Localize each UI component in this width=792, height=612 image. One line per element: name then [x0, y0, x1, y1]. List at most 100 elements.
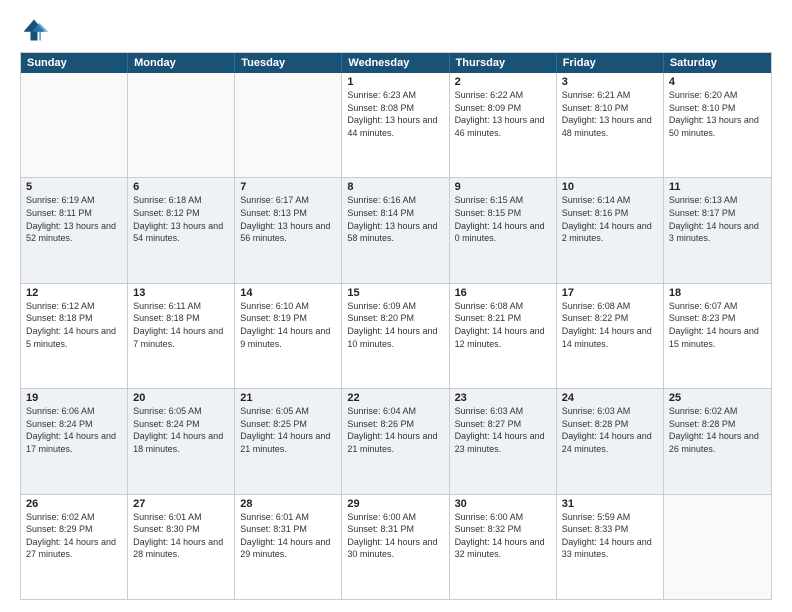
day-cell-14: 14Sunrise: 6:10 AMSunset: 8:19 PMDayligh…	[235, 284, 342, 388]
day-number: 16	[455, 287, 551, 299]
day-info: Sunrise: 6:04 AMSunset: 8:26 PMDaylight:…	[347, 405, 443, 455]
calendar-week-3: 12Sunrise: 6:12 AMSunset: 8:18 PMDayligh…	[21, 283, 771, 388]
day-info: Sunrise: 6:09 AMSunset: 8:20 PMDaylight:…	[347, 300, 443, 350]
day-cell-1: 1Sunrise: 6:23 AMSunset: 8:08 PMDaylight…	[342, 73, 449, 177]
day-number: 24	[562, 392, 658, 404]
day-cell-24: 24Sunrise: 6:03 AMSunset: 8:28 PMDayligh…	[557, 389, 664, 493]
header-day-tuesday: Tuesday	[235, 53, 342, 73]
day-info: Sunrise: 6:00 AMSunset: 8:32 PMDaylight:…	[455, 511, 551, 561]
day-info: Sunrise: 6:13 AMSunset: 8:17 PMDaylight:…	[669, 194, 766, 244]
calendar-week-4: 19Sunrise: 6:06 AMSunset: 8:24 PMDayligh…	[21, 388, 771, 493]
day-info: Sunrise: 6:17 AMSunset: 8:13 PMDaylight:…	[240, 194, 336, 244]
calendar: SundayMondayTuesdayWednesdayThursdayFrid…	[20, 52, 772, 600]
day-number: 6	[133, 181, 229, 193]
day-number: 1	[347, 76, 443, 88]
day-info: Sunrise: 6:10 AMSunset: 8:19 PMDaylight:…	[240, 300, 336, 350]
day-info: Sunrise: 6:23 AMSunset: 8:08 PMDaylight:…	[347, 89, 443, 139]
header-day-thursday: Thursday	[450, 53, 557, 73]
day-info: Sunrise: 6:11 AMSunset: 8:18 PMDaylight:…	[133, 300, 229, 350]
day-number: 26	[26, 498, 122, 510]
header-day-sunday: Sunday	[21, 53, 128, 73]
day-cell-2: 2Sunrise: 6:22 AMSunset: 8:09 PMDaylight…	[450, 73, 557, 177]
calendar-body: 1Sunrise: 6:23 AMSunset: 8:08 PMDaylight…	[21, 73, 771, 599]
day-info: Sunrise: 6:03 AMSunset: 8:28 PMDaylight:…	[562, 405, 658, 455]
day-cell-25: 25Sunrise: 6:02 AMSunset: 8:28 PMDayligh…	[664, 389, 771, 493]
empty-cell	[128, 73, 235, 177]
day-cell-5: 5Sunrise: 6:19 AMSunset: 8:11 PMDaylight…	[21, 178, 128, 282]
calendar-week-5: 26Sunrise: 6:02 AMSunset: 8:29 PMDayligh…	[21, 494, 771, 599]
empty-cell	[235, 73, 342, 177]
day-number: 8	[347, 181, 443, 193]
day-number: 14	[240, 287, 336, 299]
day-info: Sunrise: 6:16 AMSunset: 8:14 PMDaylight:…	[347, 194, 443, 244]
day-cell-11: 11Sunrise: 6:13 AMSunset: 8:17 PMDayligh…	[664, 178, 771, 282]
day-info: Sunrise: 6:21 AMSunset: 8:10 PMDaylight:…	[562, 89, 658, 139]
header-day-wednesday: Wednesday	[342, 53, 449, 73]
day-cell-31: 31Sunrise: 5:59 AMSunset: 8:33 PMDayligh…	[557, 495, 664, 599]
day-number: 19	[26, 392, 122, 404]
day-cell-28: 28Sunrise: 6:01 AMSunset: 8:31 PMDayligh…	[235, 495, 342, 599]
day-info: Sunrise: 6:08 AMSunset: 8:21 PMDaylight:…	[455, 300, 551, 350]
day-info: Sunrise: 6:02 AMSunset: 8:29 PMDaylight:…	[26, 511, 122, 561]
day-cell-19: 19Sunrise: 6:06 AMSunset: 8:24 PMDayligh…	[21, 389, 128, 493]
day-info: Sunrise: 6:18 AMSunset: 8:12 PMDaylight:…	[133, 194, 229, 244]
day-cell-15: 15Sunrise: 6:09 AMSunset: 8:20 PMDayligh…	[342, 284, 449, 388]
header-day-monday: Monday	[128, 53, 235, 73]
day-cell-27: 27Sunrise: 6:01 AMSunset: 8:30 PMDayligh…	[128, 495, 235, 599]
day-cell-20: 20Sunrise: 6:05 AMSunset: 8:24 PMDayligh…	[128, 389, 235, 493]
day-number: 3	[562, 76, 658, 88]
day-cell-8: 8Sunrise: 6:16 AMSunset: 8:14 PMDaylight…	[342, 178, 449, 282]
day-info: Sunrise: 6:08 AMSunset: 8:22 PMDaylight:…	[562, 300, 658, 350]
header	[20, 16, 772, 44]
day-info: Sunrise: 6:14 AMSunset: 8:16 PMDaylight:…	[562, 194, 658, 244]
day-number: 20	[133, 392, 229, 404]
day-info: Sunrise: 6:01 AMSunset: 8:30 PMDaylight:…	[133, 511, 229, 561]
day-info: Sunrise: 6:07 AMSunset: 8:23 PMDaylight:…	[669, 300, 766, 350]
calendar-header: SundayMondayTuesdayWednesdayThursdayFrid…	[21, 53, 771, 73]
day-number: 4	[669, 76, 766, 88]
day-cell-13: 13Sunrise: 6:11 AMSunset: 8:18 PMDayligh…	[128, 284, 235, 388]
day-info: Sunrise: 6:15 AMSunset: 8:15 PMDaylight:…	[455, 194, 551, 244]
day-cell-3: 3Sunrise: 6:21 AMSunset: 8:10 PMDaylight…	[557, 73, 664, 177]
day-number: 5	[26, 181, 122, 193]
day-cell-7: 7Sunrise: 6:17 AMSunset: 8:13 PMDaylight…	[235, 178, 342, 282]
day-cell-16: 16Sunrise: 6:08 AMSunset: 8:21 PMDayligh…	[450, 284, 557, 388]
day-number: 10	[562, 181, 658, 193]
header-day-saturday: Saturday	[664, 53, 771, 73]
day-number: 30	[455, 498, 551, 510]
day-number: 17	[562, 287, 658, 299]
empty-cell	[21, 73, 128, 177]
day-number: 31	[562, 498, 658, 510]
day-info: Sunrise: 6:20 AMSunset: 8:10 PMDaylight:…	[669, 89, 766, 139]
logo-icon	[20, 16, 48, 44]
empty-cell	[664, 495, 771, 599]
day-cell-30: 30Sunrise: 6:00 AMSunset: 8:32 PMDayligh…	[450, 495, 557, 599]
day-cell-29: 29Sunrise: 6:00 AMSunset: 8:31 PMDayligh…	[342, 495, 449, 599]
day-cell-17: 17Sunrise: 6:08 AMSunset: 8:22 PMDayligh…	[557, 284, 664, 388]
day-info: Sunrise: 6:05 AMSunset: 8:24 PMDaylight:…	[133, 405, 229, 455]
day-cell-10: 10Sunrise: 6:14 AMSunset: 8:16 PMDayligh…	[557, 178, 664, 282]
calendar-week-1: 1Sunrise: 6:23 AMSunset: 8:08 PMDaylight…	[21, 73, 771, 177]
day-number: 2	[455, 76, 551, 88]
day-number: 9	[455, 181, 551, 193]
day-cell-4: 4Sunrise: 6:20 AMSunset: 8:10 PMDaylight…	[664, 73, 771, 177]
day-cell-9: 9Sunrise: 6:15 AMSunset: 8:15 PMDaylight…	[450, 178, 557, 282]
day-cell-23: 23Sunrise: 6:03 AMSunset: 8:27 PMDayligh…	[450, 389, 557, 493]
day-info: Sunrise: 6:22 AMSunset: 8:09 PMDaylight:…	[455, 89, 551, 139]
header-day-friday: Friday	[557, 53, 664, 73]
day-info: Sunrise: 6:01 AMSunset: 8:31 PMDaylight:…	[240, 511, 336, 561]
day-info: Sunrise: 6:03 AMSunset: 8:27 PMDaylight:…	[455, 405, 551, 455]
day-number: 7	[240, 181, 336, 193]
day-info: Sunrise: 6:06 AMSunset: 8:24 PMDaylight:…	[26, 405, 122, 455]
day-number: 25	[669, 392, 766, 404]
day-number: 11	[669, 181, 766, 193]
day-info: Sunrise: 6:02 AMSunset: 8:28 PMDaylight:…	[669, 405, 766, 455]
day-cell-18: 18Sunrise: 6:07 AMSunset: 8:23 PMDayligh…	[664, 284, 771, 388]
day-info: Sunrise: 6:12 AMSunset: 8:18 PMDaylight:…	[26, 300, 122, 350]
day-info: Sunrise: 6:00 AMSunset: 8:31 PMDaylight:…	[347, 511, 443, 561]
day-number: 21	[240, 392, 336, 404]
day-number: 27	[133, 498, 229, 510]
day-number: 29	[347, 498, 443, 510]
day-number: 18	[669, 287, 766, 299]
day-cell-6: 6Sunrise: 6:18 AMSunset: 8:12 PMDaylight…	[128, 178, 235, 282]
